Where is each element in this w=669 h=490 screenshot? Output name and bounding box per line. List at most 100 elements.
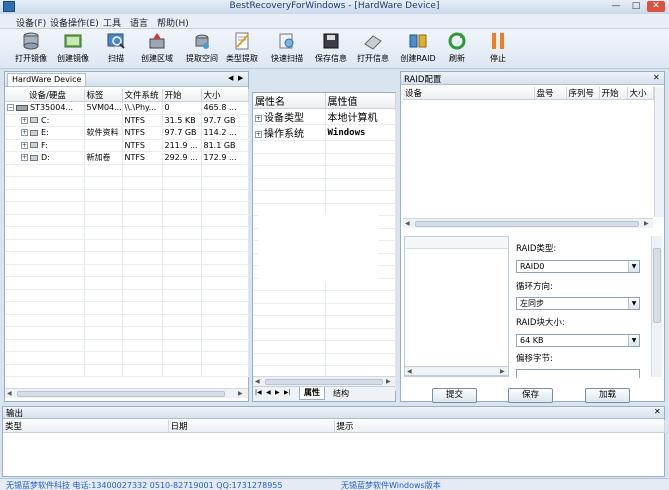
device-table: 设备/硬盘 标签 文件系统 开始 大小 − ST35004... 5VM04...… (5, 89, 249, 377)
refresh-button[interactable]: 刷新 (437, 31, 477, 67)
device-hscrollbar[interactable]: ◀ ▶ (5, 388, 248, 398)
menu-device[interactable]: 设备(F) (16, 16, 46, 29)
scan-button[interactable]: 扫描 (96, 31, 136, 67)
submit-button[interactable]: 提交 (432, 388, 477, 403)
cycle-direction-select[interactable]: 左同步 ▼ (516, 297, 640, 310)
expand-icon[interactable]: + (21, 129, 28, 137)
table-row[interactable]: + F: NTFS 211.9 ... 81.1 GB (5, 139, 249, 152)
raid-panel-header: RAID配置 ✕ (401, 72, 664, 85)
quick-scan-button[interactable]: 快速扫描 (267, 31, 307, 67)
scroll-right-icon[interactable]: ▶ (238, 390, 243, 397)
table-row[interactable]: + C: NTFS 31.5 KB 97.7 GB (5, 114, 249, 127)
tab-structure[interactable]: 结构 (329, 388, 353, 400)
create-image-button[interactable]: 创建镜像 (53, 31, 93, 67)
col-hint[interactable]: 提示 (334, 420, 665, 433)
tab-next-icon[interactable]: ▶ (275, 389, 280, 396)
col-raid-size[interactable]: 大小 (627, 87, 654, 100)
col-raid-device[interactable]: 设备 (403, 87, 535, 100)
expand-icon[interactable]: + (21, 116, 28, 124)
raid-vscrollbar[interactable] (654, 87, 664, 217)
raid-member-list[interactable] (404, 236, 509, 377)
expand-icon[interactable]: + (255, 114, 262, 122)
expand-icon[interactable]: + (255, 130, 262, 138)
menu-help[interactable]: 帮助(H) (157, 16, 189, 29)
tab-last-icon[interactable]: ▶| (284, 389, 291, 396)
raid-type-select[interactable]: RAID0 ▼ (516, 260, 640, 273)
save-info-button[interactable]: 保存信息 (311, 31, 351, 67)
refresh-icon (448, 32, 466, 50)
table-row[interactable]: + D: 新加卷 NTFS 292.9 ... 172.9 ... (5, 151, 249, 165)
partition-icon (30, 142, 38, 149)
scroll-thumb[interactable] (17, 391, 225, 397)
menu-device-ops[interactable]: 设备操作(E) (50, 16, 99, 29)
expand-icon[interactable]: + (21, 154, 28, 162)
col-property-name[interactable]: 属性名 (253, 93, 326, 109)
table-row[interactable]: + 设备类型 本地计算机 (253, 108, 396, 125)
partition-icon (30, 154, 38, 161)
title-bar: BestRecoveryForWindows - [HardWare Devic… (0, 0, 669, 14)
partition-icon (30, 129, 38, 136)
tab-first-icon[interactable]: |◀ (255, 389, 262, 396)
maximize-button[interactable]: □ (627, 1, 645, 12)
raid-panel: RAID配置 ✕ 设备 盘号 序列号 开始 大小 ◀ ▶ ◀ ▶ RAID类型: … (400, 71, 665, 403)
scroll-left-icon[interactable]: ◀ (7, 390, 12, 397)
device-panel: HardWare Device ◀ ▶ 设备/硬盘 标签 文件系统 开始 大小 … (4, 71, 249, 402)
col-serial[interactable]: 序列号 (566, 87, 600, 100)
chevron-down-icon: ▼ (628, 261, 639, 272)
status-company: 无锡蓝梦软件科技 电话:13400027332 0510-82719001 QQ… (6, 481, 283, 490)
create-region-button[interactable]: 创建区域 (137, 31, 177, 67)
close-icon[interactable]: ✕ (653, 73, 660, 82)
menu-bar: 设备(F) 设备操作(E) 工具 语言 帮助(H) (0, 14, 669, 29)
table-row[interactable]: + 操作系统 Windows (253, 124, 396, 141)
tab-hardware-device[interactable]: HardWare Device (7, 73, 87, 86)
menu-tools[interactable]: 工具 (103, 16, 121, 29)
output-title: 输出 (6, 409, 24, 419)
type-extract-button[interactable]: 类型提取 (222, 31, 262, 67)
close-button[interactable]: ✕ (647, 1, 665, 12)
stop-button[interactable]: 停止 (478, 31, 518, 67)
disk-open-icon (23, 32, 39, 50)
block-size-select[interactable]: 64 KB ▼ (516, 334, 640, 347)
col-date[interactable]: 日期 (168, 420, 335, 433)
load-button[interactable]: 加载 (585, 388, 630, 403)
blur-mask (258, 213, 378, 283)
tab-next-icon[interactable]: ▶ (238, 74, 243, 82)
property-hscrollbar[interactable]: ◀ ▶ (253, 376, 395, 386)
raid-hscrollbar[interactable]: ◀ ▶ (403, 218, 653, 228)
create-image-icon (64, 34, 82, 48)
extract-space-icon (195, 34, 209, 49)
open-info-button[interactable]: 打开信息 (353, 31, 393, 67)
create-raid-button[interactable]: 创建RAID (398, 31, 438, 67)
expand-icon[interactable]: + (21, 141, 28, 149)
cycle-direction-label: 循环方向: (516, 282, 553, 292)
extract-space-button[interactable]: 提取空间 (182, 31, 222, 67)
col-filesystem[interactable]: 文件系统 (122, 89, 163, 102)
close-icon[interactable]: ✕ (654, 407, 661, 416)
tab-prev-icon[interactable]: ◀ (228, 74, 233, 82)
col-size[interactable]: 大小 (201, 89, 249, 102)
save-button[interactable]: 保存 (508, 388, 553, 403)
col-start[interactable]: 开始 (162, 89, 202, 102)
open-image-button[interactable]: 打开镜像 (11, 31, 51, 67)
col-disk-no[interactable]: 盘号 (534, 87, 567, 100)
raid-type-label: RAID类型: (516, 244, 557, 254)
table-row[interactable]: − ST35004... 5VM04... \\.\Phy... 0 465.8 … (5, 101, 249, 115)
tab-prev-icon[interactable]: ◀ (266, 389, 271, 396)
tab-properties[interactable]: 属性 (299, 387, 325, 400)
minimize-button[interactable]: — (607, 1, 625, 12)
create-raid-icon (409, 34, 427, 48)
output-panel: 输出 ✕ 类型 日期 提示 (2, 406, 665, 477)
status-version: 无锡蓝梦软件Windows版本 (341, 481, 441, 490)
table-row[interactable]: + E: 软件资料 NTFS 97.7 GB 114.2 ... (5, 126, 249, 140)
col-raid-start[interactable]: 开始 (599, 87, 628, 100)
collapse-icon[interactable]: − (7, 104, 14, 112)
col-device[interactable]: 设备/硬盘 (5, 89, 85, 102)
property-panel: 属性名 属性值 + 设备类型 本地计算机 + 操作系统 Windows ◀ ▶ |◀… (252, 92, 396, 402)
raid-list-hscrollbar[interactable]: ◀ ▶ (404, 366, 509, 376)
col-property-value[interactable]: 属性值 (325, 93, 396, 109)
col-label[interactable]: 标签 (84, 89, 123, 102)
col-type[interactable]: 类型 (3, 420, 169, 433)
offset-bytes-input[interactable] (516, 369, 640, 378)
menu-language[interactable]: 语言 (130, 16, 148, 29)
raid-settings-vscrollbar[interactable] (651, 236, 662, 377)
